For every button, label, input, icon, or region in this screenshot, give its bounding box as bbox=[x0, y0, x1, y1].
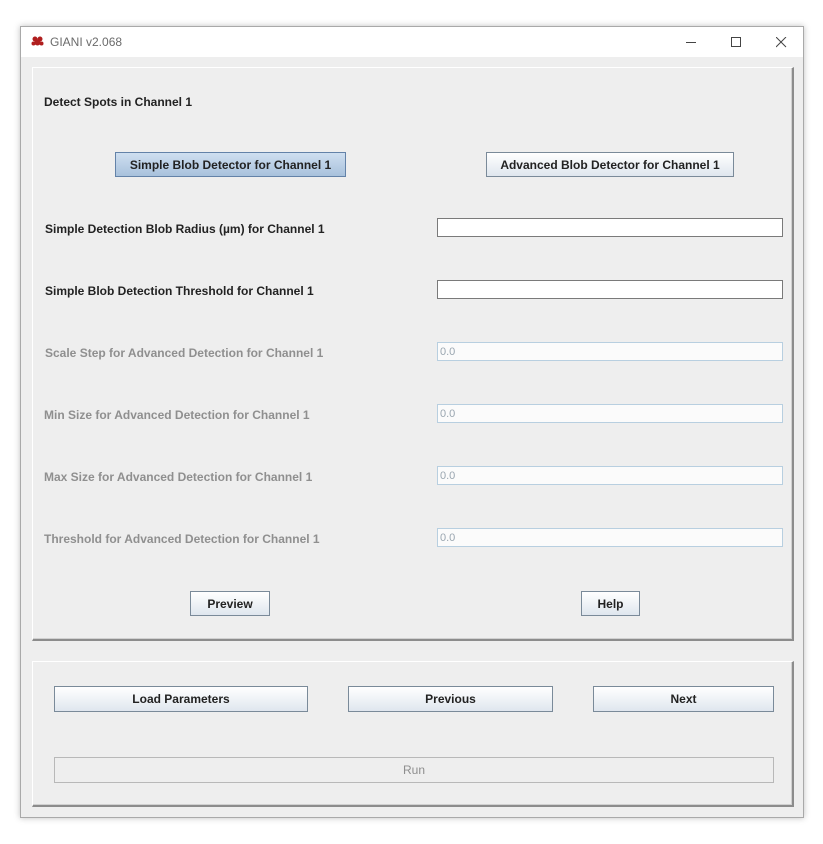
preview-button[interactable]: Preview bbox=[190, 591, 270, 616]
max-size-input[interactable]: 0.0 bbox=[437, 466, 783, 485]
load-parameters-button[interactable]: Load Parameters bbox=[54, 686, 308, 712]
simple-radius-input[interactable] bbox=[437, 218, 783, 237]
minimize-button[interactable] bbox=[669, 27, 714, 57]
advanced-blob-detector-button[interactable]: Advanced Blob Detector for Channel 1 bbox=[486, 152, 734, 177]
minimize-icon bbox=[686, 41, 696, 43]
simple-radius-label: Simple Detection Blob Radius (µm) for Ch… bbox=[45, 222, 325, 236]
previous-button[interactable]: Previous bbox=[348, 686, 553, 712]
scale-step-input[interactable]: 0.0 bbox=[437, 342, 783, 361]
min-size-input[interactable]: 0.0 bbox=[437, 404, 783, 423]
max-size-label: Max Size for Advanced Detection for Chan… bbox=[44, 470, 313, 484]
simple-threshold-input[interactable] bbox=[437, 280, 783, 299]
app-window: GIANI v2.068 Detect Spots in Channel 1 S… bbox=[20, 26, 804, 818]
run-button[interactable]: Run bbox=[54, 757, 774, 783]
panel-heading: Detect Spots in Channel 1 bbox=[44, 95, 193, 109]
advanced-threshold-input[interactable]: 0.0 bbox=[437, 528, 783, 547]
close-icon bbox=[776, 36, 787, 47]
maximize-icon bbox=[731, 36, 741, 47]
simple-blob-detector-button[interactable]: Simple Blob Detector for Channel 1 bbox=[115, 152, 346, 177]
detection-panel: Detect Spots in Channel 1 Simple Blob De… bbox=[32, 67, 794, 641]
maximize-button[interactable] bbox=[714, 27, 759, 57]
help-button[interactable]: Help bbox=[581, 591, 640, 616]
next-button[interactable]: Next bbox=[593, 686, 774, 712]
window-title: GIANI v2.068 bbox=[50, 35, 123, 49]
navigation-panel: Load Parameters Previous Next Run bbox=[32, 661, 794, 807]
simple-threshold-label: Simple Blob Detection Threshold for Chan… bbox=[45, 284, 314, 298]
min-size-label: Min Size for Advanced Detection for Chan… bbox=[44, 408, 310, 422]
title-bar[interactable]: GIANI v2.068 bbox=[21, 27, 803, 57]
advanced-threshold-label: Threshold for Advanced Detection for Cha… bbox=[44, 532, 320, 546]
app-logo-icon bbox=[31, 36, 44, 46]
scale-step-label: Scale Step for Advanced Detection for Ch… bbox=[45, 346, 324, 360]
close-button[interactable] bbox=[759, 27, 804, 57]
